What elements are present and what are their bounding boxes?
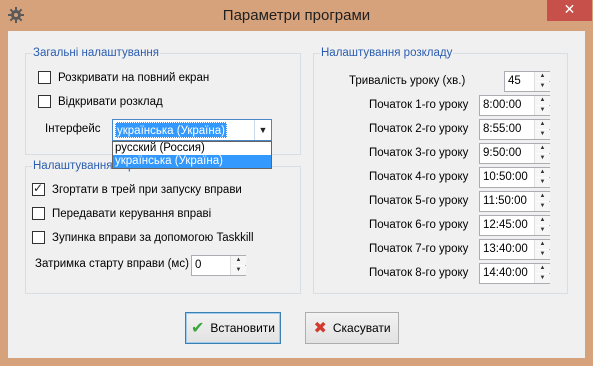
lesson-7-time[interactable]: 13:40:00 ▲ ▼ [479,239,550,260]
delay-spin-buttons: ▲ ▼ [230,256,246,275]
spin-down-icon[interactable]: ▼ [535,250,550,259]
chevron-down-icon[interactable]: ▼ [254,120,271,140]
spin-up-icon[interactable]: ▲ [535,192,550,201]
lesson-8-label: Початок 8-го уроку [369,267,469,279]
lesson-5-time-value[interactable]: 11:50:00 [483,195,527,207]
delay-stepper[interactable]: 0 ▲ ▼ [191,255,246,276]
window-title: Параметри програми [222,7,371,24]
spin-down-icon[interactable]: ▼ [231,266,246,275]
lesson-2-label: Початок 2-го уроку [369,123,469,135]
settings-window: Параметри програми ✕ Загальні налаштуван… [0,0,593,366]
interface-select-value: українська (Україна) [115,122,227,138]
spin-up-icon[interactable]: ▲ [535,216,550,225]
interface-option-ukrainian[interactable]: українська (Україна) [113,155,271,168]
cancel-button-label: Скасувати [332,321,391,335]
lesson-3-spin-buttons: ▲ ▼ [534,144,550,163]
lesson-3-label: Початок 3-го уроку [369,147,469,159]
spin-down-icon[interactable]: ▼ [535,82,550,91]
lesson-1-time-value[interactable]: 8:00:00 [483,99,521,111]
spin-down-icon[interactable]: ▼ [535,274,550,283]
checkmark-icon: ✔ [190,320,205,337]
lesson-1-time[interactable]: 8:00:00 ▲ ▼ [479,95,550,116]
lesson-7-time-value[interactable]: 13:40:00 [483,243,528,255]
open-schedule-checkbox-row[interactable]: Відкривати розклад [38,95,163,108]
duration-stepper[interactable]: 45 ▲ ▼ [504,71,550,92]
transfer-label: Передавати керування вправі [52,207,212,220]
lesson-8-time-value[interactable]: 14:40:00 [483,267,528,279]
checkmark-icon: ✓ [33,181,44,195]
general-settings-legend: Загальні налаштування [32,46,161,60]
lesson-8-spin-buttons: ▲ ▼ [534,264,550,283]
spin-up-icon[interactable]: ▲ [535,72,550,81]
spin-down-icon[interactable]: ▼ [535,178,550,187]
spin-up-icon[interactable]: ▲ [231,256,246,265]
title-bar: Параметри програми ✕ [0,0,593,31]
spin-up-icon[interactable]: ▲ [535,144,550,153]
open-schedule-checkbox[interactable] [38,95,51,108]
interface-select[interactable]: українська (Україна) ▼ [112,119,272,141]
spin-up-icon[interactable]: ▲ [535,264,550,273]
lesson-5-label: Початок 5-го уроку [369,195,469,207]
dialog-body: Загальні налаштування Розкривати на повн… [8,31,585,358]
spin-down-icon[interactable]: ▼ [535,130,550,139]
spin-down-icon[interactable]: ▼ [535,106,550,115]
duration-value[interactable]: 45 [508,75,521,87]
lesson-4-time[interactable]: 10:50:00 ▲ ▼ [479,167,550,188]
close-button[interactable]: ✕ [547,0,592,21]
interface-dropdown-list: русский (Россия) українська (Україна) [112,141,272,169]
taskkill-checkbox-row[interactable]: Зупинка вправи за допомогою Taskkill [32,231,254,244]
close-icon: ✕ [563,1,576,17]
lesson-3-time-value[interactable]: 9:50:00 [483,147,521,159]
duration-spin-buttons: ▲ ▼ [534,72,550,91]
lesson-8-time[interactable]: 14:40:00 ▲ ▼ [479,263,550,284]
lesson-7-spin-buttons: ▲ ▼ [534,240,550,259]
lesson-6-label: Початок 6-го уроку [369,219,469,231]
spin-down-icon[interactable]: ▼ [535,226,550,235]
delay-value[interactable]: 0 [195,259,201,271]
lesson-3-time[interactable]: 9:50:00 ▲ ▼ [479,143,550,164]
tray-checkbox[interactable]: ✓ [32,181,45,196]
lesson-6-time-value[interactable]: 12:45:00 [483,219,528,231]
fullscreen-checkbox-row[interactable]: Розкривати на повний екран [38,71,209,84]
spin-up-icon[interactable]: ▲ [535,240,550,249]
lesson-2-time-value[interactable]: 8:55:00 [483,123,521,135]
interface-label: Інтерфейс [45,123,101,135]
lesson-4-label: Початок 4-го уроку [369,171,469,183]
apply-button-label: Встановити [210,321,276,335]
interface-option-russian[interactable]: русский (Россия) [113,142,271,155]
spin-up-icon[interactable]: ▲ [535,168,550,177]
tray-checkbox-row[interactable]: ✓ Згортати в трей при запуску вправи [32,181,242,196]
fullscreen-checkbox[interactable] [38,71,51,84]
tray-label: Згортати в трей при запуску вправи [52,183,242,196]
duration-label: Тривалість уроку (хв.) [349,75,466,87]
fullscreen-label: Розкривати на повний екран [58,71,210,84]
lesson-5-spin-buttons: ▲ ▼ [534,192,550,211]
lesson-6-time[interactable]: 12:45:00 ▲ ▼ [479,215,550,236]
lesson-2-time[interactable]: 8:55:00 ▲ ▼ [479,119,550,140]
lesson-2-spin-buttons: ▲ ▼ [534,120,550,139]
transfer-checkbox[interactable] [32,207,45,220]
delay-label: Затримка старту вправи (мс) [35,258,189,270]
cancel-button[interactable]: ✖ Скасувати [305,312,399,344]
open-schedule-label: Відкривати розклад [58,95,163,108]
transfer-checkbox-row[interactable]: Передавати керування вправі [32,207,211,220]
spin-down-icon[interactable]: ▼ [535,202,550,211]
lesson-4-time-value[interactable]: 10:50:00 [483,171,528,183]
schedule-settings-legend: Налаштування розкладу [320,46,454,60]
spin-down-icon[interactable]: ▼ [535,154,550,163]
spin-up-icon[interactable]: ▲ [535,120,550,129]
x-icon: ✖ [313,320,327,337]
lesson-6-spin-buttons: ▲ ▼ [534,216,550,235]
apply-button[interactable]: ✔ Встановити [185,312,281,344]
taskkill-label: Зупинка вправи за допомогою Taskkill [52,231,254,244]
lesson-1-spin-buttons: ▲ ▼ [534,96,550,115]
lesson-4-spin-buttons: ▲ ▼ [534,168,550,187]
lesson-5-time[interactable]: 11:50:00 ▲ ▼ [479,191,550,212]
spin-up-icon[interactable]: ▲ [535,96,550,105]
taskkill-checkbox[interactable] [32,231,45,244]
lesson-7-label: Початок 7-го уроку [369,243,469,255]
lesson-1-label: Початок 1-го уроку [369,99,469,111]
